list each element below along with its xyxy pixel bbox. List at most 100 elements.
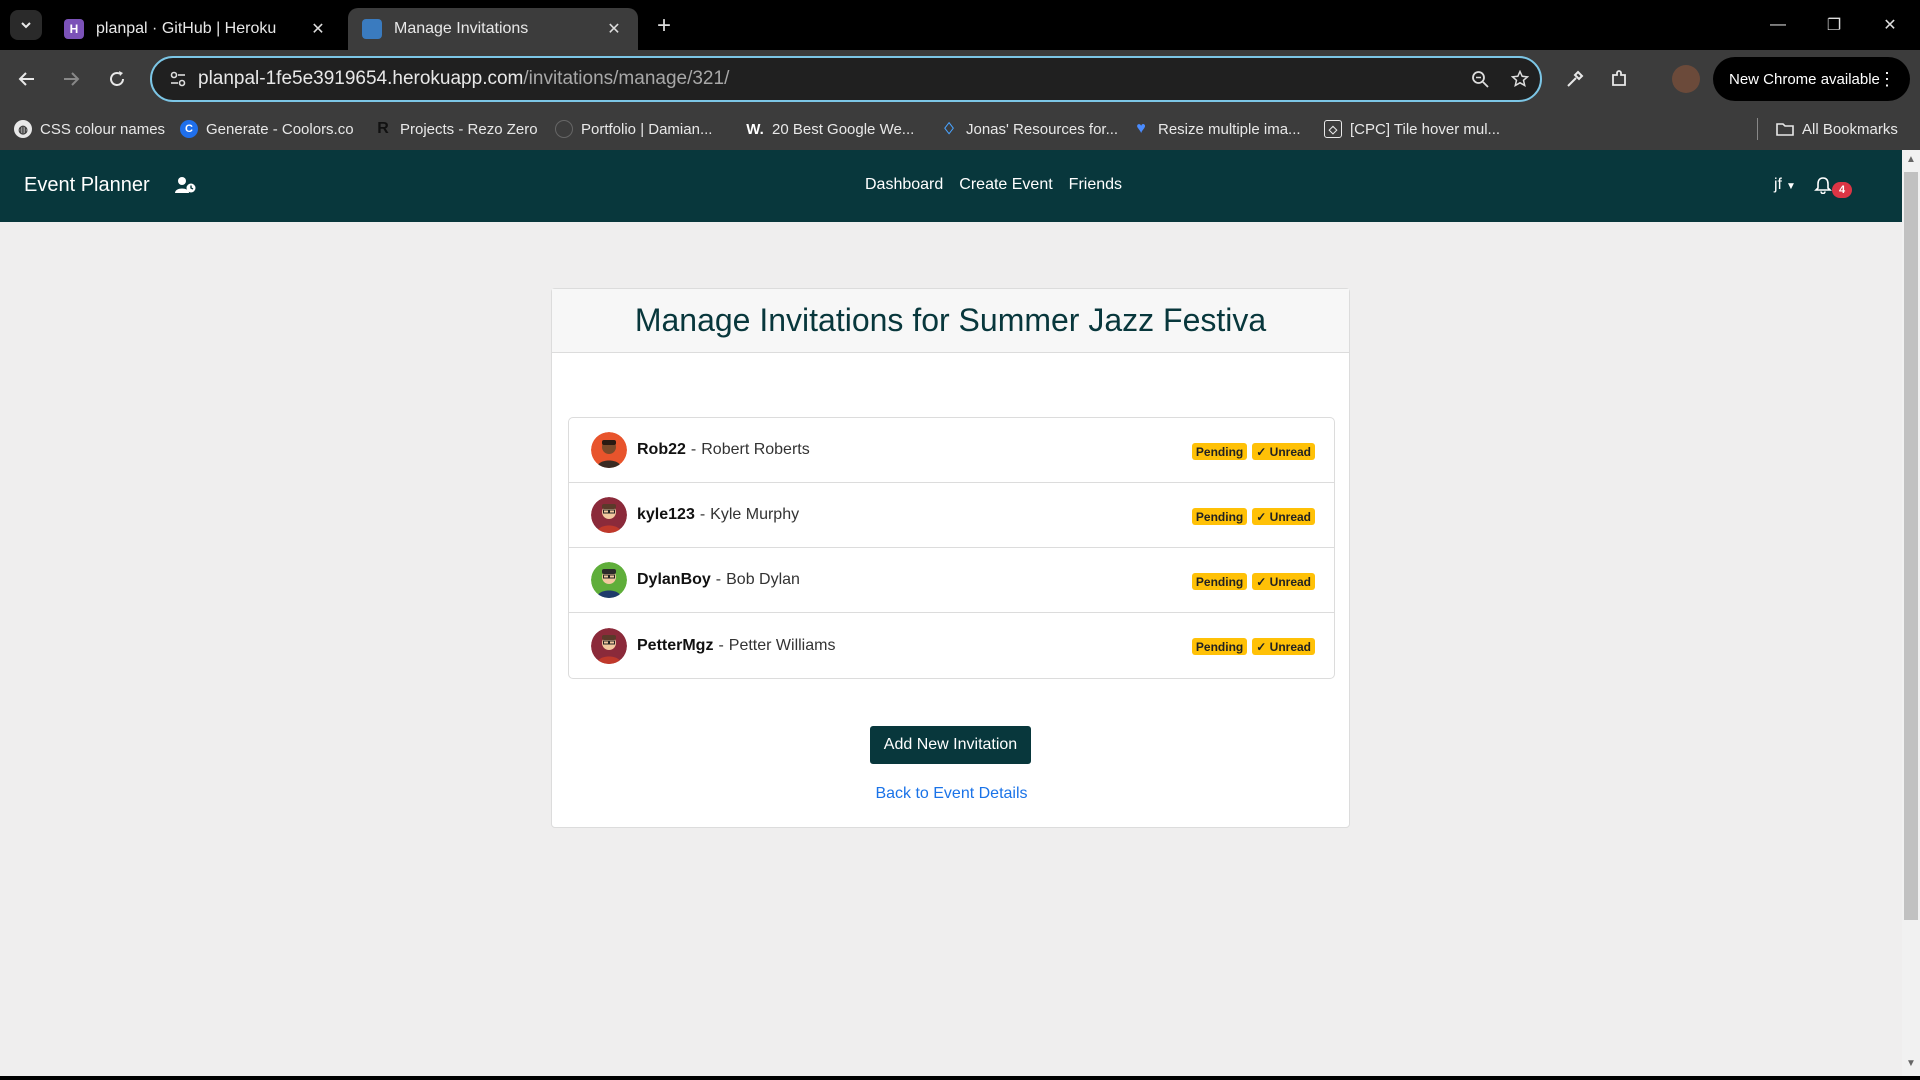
nav-create-event[interactable]: Create Event [959, 176, 1052, 194]
url-text[interactable]: planpal-1fe5e3919654.herokuapp.com/invit… [198, 68, 1460, 90]
avatar [591, 432, 627, 468]
invitation-row: Rob22 - Robert Roberts Pending ✓ Unread [569, 418, 1334, 483]
forward-button[interactable] [56, 64, 86, 94]
status-badges: Pending ✓ Unread [1191, 443, 1315, 460]
separator: - [690, 441, 697, 458]
avatar [591, 497, 627, 533]
main-nav: Dashboard Create Event Friends [865, 176, 1122, 194]
folder-icon [1776, 120, 1794, 138]
bookmark-item[interactable]: ♢ Jonas' Resources for... [940, 108, 1118, 150]
tab-manage-invitations[interactable]: Manage Invitations ✕ [348, 8, 638, 50]
scroll-up-arrow-icon[interactable]: ▲ [1906, 154, 1916, 165]
bookmark-item[interactable]: C Generate - Coolors.co [180, 108, 354, 150]
close-window-button[interactable]: ✕ [1870, 10, 1910, 40]
user-clock-icon[interactable] [175, 176, 197, 199]
invitation-row: DylanBoy - Bob Dylan Pending ✓ Unread [569, 548, 1334, 613]
minimize-button[interactable]: — [1758, 10, 1798, 40]
page-viewport: Event Planner Dashboard Create Event Fri… [0, 150, 1920, 1080]
chrome-update-button[interactable]: New Chrome available ⋮ [1713, 57, 1910, 101]
invitee-username: kyle123 [637, 506, 695, 523]
back-to-event-link: Back to Event Details [552, 785, 1351, 803]
status-badge: Pending [1191, 638, 1248, 655]
all-bookmarks-label: All Bookmarks [1802, 120, 1898, 138]
back-link-text[interactable]: Back to Event Details [875, 785, 1027, 802]
invitations-card: Manage Invitations for Summer Jazz Festi… [551, 288, 1350, 828]
bookmarks-divider [1757, 118, 1758, 140]
invitee-username: PetterMgz [637, 636, 714, 654]
extensions-icon[interactable] [1604, 64, 1634, 94]
site-favicon [362, 19, 382, 39]
bookmark-item[interactable]: Portfolio | Damian... [555, 108, 712, 150]
add-invitation-button[interactable]: Add New Invitation [870, 726, 1031, 764]
new-tab-button[interactable]: + [650, 12, 678, 40]
chrome-update-label: New Chrome available [1729, 70, 1880, 88]
bookmarks-bar: ◍ CSS colour names C Generate - Coolors.… [0, 108, 1920, 150]
read-badge: ✓ Unread [1252, 573, 1315, 590]
scrollbar-thumb[interactable] [1904, 172, 1918, 920]
bookmark-item[interactable]: ♥ Resize multiple ima... [1132, 108, 1300, 150]
tab-search-button[interactable] [10, 10, 42, 40]
url-path: /invitations/manage/321/ [523, 68, 730, 89]
bookmark-item[interactable]: R Projects - Rezo Zero [374, 108, 537, 150]
bookmark-label: Jonas' Resources for... [966, 120, 1119, 138]
invitation-row: PetterMgz - Petter Williams Pending ✓ Un… [569, 613, 1334, 678]
read-badge: ✓ Unread [1252, 443, 1315, 460]
zoom-icon[interactable] [1460, 70, 1500, 88]
bookmark-label: [CPC] Tile hover mul... [1350, 120, 1501, 138]
status-badge: Pending [1191, 443, 1248, 460]
nav-friends[interactable]: Friends [1069, 176, 1122, 194]
read-badge: ✓ Unread [1252, 508, 1315, 525]
browser-toolbar: planpal-1fe5e3919654.herokuapp.com/invit… [0, 50, 1920, 108]
arrow-left-icon [18, 72, 34, 86]
address-bar[interactable]: planpal-1fe5e3919654.herokuapp.com/invit… [150, 56, 1542, 102]
nav-dashboard[interactable]: Dashboard [865, 176, 943, 194]
page-title: Manage Invitations for Summer Jazz Festi… [634, 302, 1267, 338]
bookmark-item[interactable]: ◇ [CPC] Tile hover mul... [1324, 108, 1500, 150]
bookmark-label: Portfolio | Damian... [581, 120, 713, 138]
caret-down-icon: ▼ [1786, 181, 1796, 192]
scroll-down-arrow-icon[interactable]: ▼ [1906, 1058, 1916, 1069]
portfolio-icon [555, 120, 573, 138]
bookmark-item[interactable]: ◍ CSS colour names [14, 108, 165, 150]
brand-link[interactable]: Event Planner [24, 174, 150, 197]
reload-button[interactable] [102, 64, 132, 94]
read-badge: ✓ Unread [1252, 638, 1315, 655]
bottom-edge [0, 1076, 1920, 1080]
heart-icon: ♥ [1136, 120, 1146, 137]
invitee-name: Robert Roberts [701, 441, 810, 458]
card-header: Manage Invitations for Summer Jazz Festi… [552, 289, 1349, 353]
globe-icon: ◍ [14, 120, 32, 138]
user-dropdown[interactable]: jf ▼ [1774, 176, 1796, 194]
url-host: planpal-1fe5e3919654.herokuapp.com [198, 68, 524, 89]
app-navbar: Event Planner Dashboard Create Event Fri… [0, 150, 1902, 222]
w-icon: W. [746, 120, 764, 138]
separator: - [715, 571, 722, 588]
profile-avatar[interactable] [1672, 65, 1700, 93]
close-icon[interactable]: ✕ [308, 19, 328, 39]
invitation-row: kyle123 - Kyle Murphy Pending ✓ Unread [569, 483, 1334, 548]
bookmark-item[interactable]: W. 20 Best Google We... [746, 108, 914, 150]
invitation-list: Rob22 - Robert Roberts Pending ✓ Unread … [568, 417, 1335, 679]
codepen-icon: ◇ [1324, 120, 1342, 138]
invitee-username: Rob22 [637, 441, 686, 458]
site-settings-icon[interactable] [158, 70, 198, 88]
status-badges: Pending ✓ Unread [1191, 638, 1315, 655]
bell-icon[interactable] [1814, 176, 1832, 199]
tab-title: Manage Invitations [394, 20, 529, 37]
status-badges: Pending ✓ Unread [1191, 573, 1315, 590]
rezo-icon: R [377, 120, 389, 137]
chevron-down-icon [21, 22, 31, 29]
invitee-name: Petter Williams [728, 636, 836, 654]
close-icon[interactable]: ✕ [604, 19, 624, 39]
user-initials: jf [1774, 176, 1782, 193]
back-button[interactable] [12, 64, 42, 94]
all-bookmarks-button[interactable]: All Bookmarks [1776, 108, 1898, 150]
eyedropper-icon[interactable] [1560, 64, 1590, 94]
restore-button[interactable]: ❐ [1814, 10, 1854, 40]
tab-planpal-heroku[interactable]: H planpal · GitHub | Heroku ✕ [50, 8, 342, 50]
diamond-icon: ♢ [941, 121, 957, 138]
status-badge: Pending [1191, 573, 1248, 590]
avatar [591, 627, 627, 664]
bookmark-star-icon[interactable] [1500, 70, 1540, 88]
more-vertical-icon[interactable]: ⋮ [1878, 69, 1896, 90]
